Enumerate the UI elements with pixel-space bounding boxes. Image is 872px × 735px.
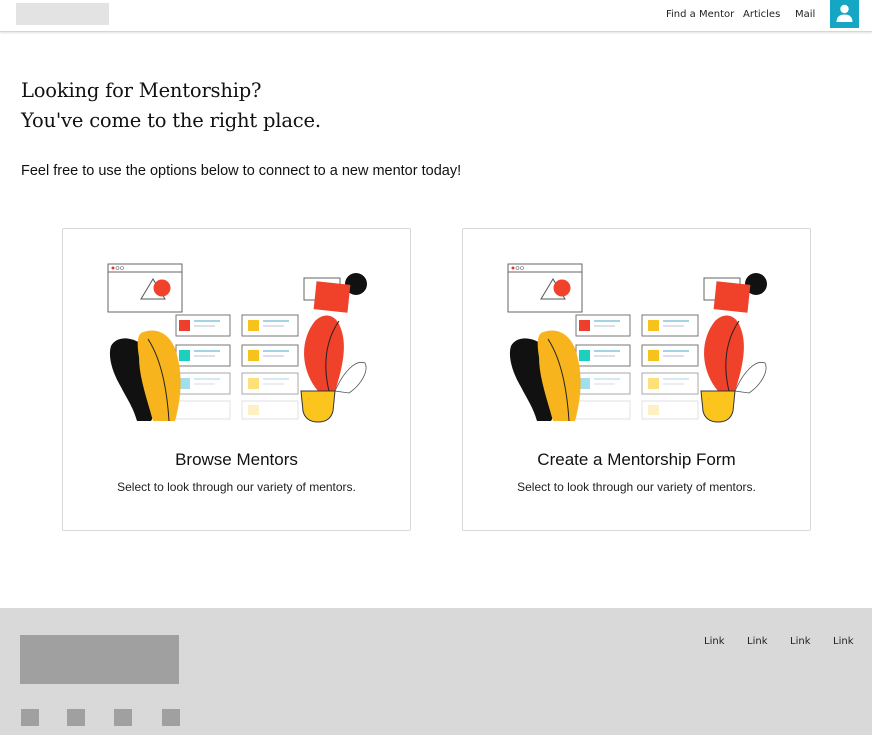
footer-link[interactable]: Link bbox=[833, 636, 853, 647]
social-icon[interactable] bbox=[21, 709, 39, 726]
card-title: Browse Mentors bbox=[175, 450, 298, 469]
browse-mentors-card[interactable]: Browse Mentors Select to look through ou… bbox=[62, 228, 411, 531]
footer-link[interactable]: Link bbox=[704, 636, 724, 647]
footer-link[interactable]: Link bbox=[790, 636, 810, 647]
card-description: Select to look through our variety of me… bbox=[517, 480, 756, 494]
user-icon bbox=[836, 4, 853, 22]
social-icon[interactable] bbox=[67, 709, 85, 726]
profile-button[interactable] bbox=[830, 0, 859, 28]
card-description: Select to look through our variety of me… bbox=[117, 480, 356, 494]
page-title-line-1: Looking for Mentorship? bbox=[21, 79, 262, 102]
create-mentorship-form-card[interactable]: Create a Mentorship Form Select to look … bbox=[462, 228, 811, 531]
page-title-line-2: You've come to the right place. bbox=[21, 109, 321, 132]
mentor-illustration bbox=[507, 263, 767, 423]
nav-find-mentor[interactable]: Find a Mentor bbox=[666, 9, 734, 20]
top-navbar: Find a Mentor Articles Mail bbox=[0, 0, 872, 32]
social-icon[interactable] bbox=[162, 709, 180, 726]
card-title: Create a Mentorship Form bbox=[537, 450, 736, 469]
footer-link[interactable]: Link bbox=[747, 636, 767, 647]
nav-mail[interactable]: Mail bbox=[795, 9, 815, 20]
footer-logo-placeholder[interactable] bbox=[20, 635, 179, 684]
social-icon[interactable] bbox=[114, 709, 132, 726]
nav-articles[interactable]: Articles bbox=[743, 9, 780, 20]
logo-placeholder[interactable] bbox=[16, 3, 109, 25]
page-title: Looking for Mentorship? You've come to t… bbox=[21, 76, 321, 136]
footer: Link Link Link Link bbox=[0, 608, 872, 735]
mentor-illustration bbox=[107, 263, 367, 423]
page-subtitle: Feel free to use the options below to co… bbox=[21, 163, 462, 179]
